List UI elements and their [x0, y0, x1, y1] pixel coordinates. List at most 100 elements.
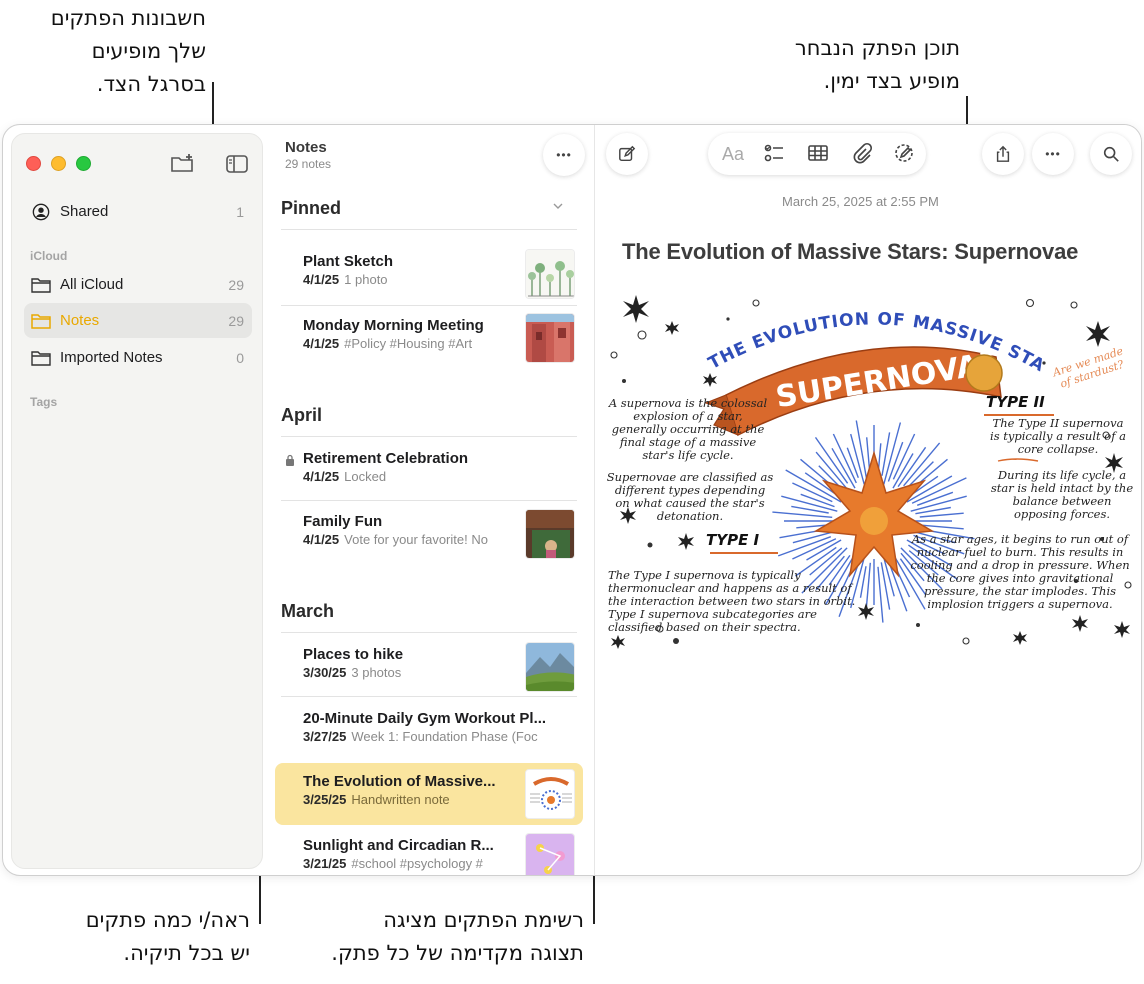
note-row[interactable]: Sunlight and Circadian R... 3/21/25 #scho… [275, 827, 583, 875]
note-title: 20-Minute Daily Gym Workout Pl... [303, 710, 547, 727]
note-row[interactable]: Family Fun 4/1/25 Vote for your favorite!… [275, 503, 583, 565]
checklist-icon[interactable] [762, 142, 786, 166]
note-count: 29 [228, 312, 244, 329]
sidebar-item-label: All iCloud [60, 276, 124, 293]
paragraph-definition: A supernova is the colossal explosion of… [608, 396, 768, 462]
callout-line: מופיע בצד ימין. [823, 69, 960, 93]
callout-line: חשבונות הפתקים [50, 6, 206, 30]
note-date: 4/1/25 [303, 336, 340, 351]
callout-line: רשימת הפתקים מציגה [383, 908, 584, 932]
table-icon[interactable] [806, 142, 830, 166]
share-button[interactable] [982, 133, 1024, 175]
family-photo-thumbnail [525, 509, 575, 559]
markup-pen-icon[interactable] [892, 142, 916, 166]
paragraph-type1: The Type I supernova is typically thermo… [608, 568, 856, 634]
icloud-section-header: iCloud [30, 249, 68, 263]
plant-sketch-thumbnail [525, 249, 575, 299]
note-title: Family Fun [303, 513, 383, 530]
minimize-window-button[interactable] [51, 156, 66, 171]
note-preview: Week 1: Foundation Phase (Foc [351, 729, 538, 744]
note-title: The Evolution of Massive... [303, 773, 496, 790]
note-date: 4/1/25 [303, 469, 340, 484]
note-count: 0 [236, 349, 244, 366]
folder-icon [30, 312, 52, 330]
note-date: 3/30/25 [303, 665, 347, 680]
note-title: Plant Sketch [303, 253, 394, 270]
note-preview: #school #psychology # [351, 856, 483, 871]
note-preview: 3 photos [351, 665, 402, 680]
note-title: Places to hike [303, 646, 404, 663]
note-meta: 4/1/25 1 photo [303, 272, 388, 287]
supernova-sketch-thumbnail [525, 769, 575, 819]
formatting-toolbar: Aa [708, 133, 926, 175]
share-icon [996, 145, 1010, 162]
list-title: Notes [285, 139, 327, 156]
chevron-down-icon[interactable] [551, 199, 565, 213]
note-meta: 4/1/25 #Policy #Housing #Art [303, 336, 472, 351]
paperclip-icon[interactable] [850, 142, 874, 166]
folder-icon [30, 349, 52, 367]
ellipsis-icon: ••• [556, 148, 572, 162]
close-window-button[interactable] [26, 156, 41, 171]
note-title-heading: The Evolution of Massive Stars: Supernov… [622, 239, 1079, 264]
divider [281, 436, 577, 437]
note-date: 3/21/25 [303, 856, 347, 871]
sidebar-toggle-icon[interactable] [224, 152, 250, 176]
note-preview: 1 photo [344, 272, 388, 287]
note-count: 29 [228, 276, 244, 293]
handwritten-supernova-drawing: THE EVOLUTION OF MASSIVE STARS: SUPERNOV… [606, 285, 1136, 660]
divider [281, 229, 577, 230]
note-preview: Vote for your favorite! No [344, 532, 488, 547]
text-format-icon[interactable]: Aa [718, 142, 748, 166]
compose-button[interactable] [606, 133, 648, 175]
type2-heading: TYPE II [986, 393, 1045, 411]
note-meta: 3/30/25 3 photos [303, 665, 401, 680]
paragraph-classification: Supernovae are classified as different t… [606, 470, 774, 523]
note-meta: 3/27/25 Week 1: Foundation Phase (Foc [303, 729, 565, 744]
note-preview: #Policy #Housing #Art [344, 336, 473, 351]
sidebar-item-label: Notes [60, 312, 100, 329]
search-icon [1103, 146, 1119, 162]
divider [281, 696, 577, 697]
search-button[interactable] [1090, 133, 1132, 175]
hike-photo-thumbnail [525, 642, 575, 692]
group-header-pinned: Pinned [281, 198, 342, 218]
note-row[interactable]: Retirement Celebration 4/1/25 Locked [275, 440, 583, 502]
note-meta: 3/21/25 #school #psychology # [303, 856, 515, 871]
group-header-march: March [281, 601, 335, 621]
divider [281, 305, 577, 306]
note-row[interactable]: Monday Morning Meeting 4/1/25 #Policy #Ho… [275, 307, 583, 369]
note-row-selected[interactable]: The Evolution of Massive... 3/25/25 Handw… [275, 763, 583, 825]
sidebar-item-all-icloud[interactable]: All iCloud 29 [24, 267, 252, 302]
sidebar-item-notes[interactable]: Notes 29 [24, 303, 252, 338]
note-title: Monday Morning Meeting [303, 317, 484, 334]
note-list: Notes 29 notes ••• Pinned Plant Sketch 4… [265, 125, 595, 875]
sidebar-item-imported-notes[interactable]: Imported Notes 0 [24, 340, 252, 375]
more-options-button[interactable]: ••• [543, 134, 585, 176]
paragraph-implosion: As a star ages, it begins to run out of … [910, 532, 1130, 611]
note-row[interactable]: Places to hike 3/30/25 3 photos [275, 636, 583, 698]
new-folder-icon[interactable] [170, 152, 196, 176]
note-date: 4/1/25 [303, 532, 340, 547]
note-meta: 4/1/25 Locked [303, 469, 386, 484]
tags-section-header: Tags [30, 395, 58, 409]
zoom-window-button[interactable] [76, 156, 91, 171]
callout-line: שלך מופיעים [91, 39, 206, 63]
callout-list: רשימת הפתקים מציגה תצוגה מקדימה של כל פת… [331, 904, 584, 970]
meeting-photo-thumbnail [525, 313, 575, 363]
callout-line: ראה/י כמה פתקים [85, 908, 250, 932]
note-timestamp: March 25, 2025 at 2:55 PM [782, 194, 939, 209]
callout-line: יש בכל תיקיה. [123, 941, 250, 965]
divider [281, 632, 577, 633]
note-date: 3/25/25 [303, 792, 347, 807]
note-row[interactable]: Plant Sketch 4/1/25 1 photo [275, 243, 583, 305]
callout-detail: תוכן הפתק הנבחר מופיע בצד ימין. [795, 32, 960, 98]
sidebar-item-shared[interactable]: Shared 1 [24, 194, 252, 229]
note-preview: Locked [344, 469, 387, 484]
sidebar-item-label: Shared [60, 203, 109, 220]
divider [281, 500, 577, 501]
note-row[interactable]: 20-Minute Daily Gym Workout Pl... 3/27/2… [275, 700, 583, 762]
note-count: 1 [236, 203, 244, 220]
more-actions-button[interactable]: ••• [1032, 133, 1074, 175]
sidebar: Shared 1 iCloud All iCloud 29 Notes 29 I… [11, 133, 263, 869]
